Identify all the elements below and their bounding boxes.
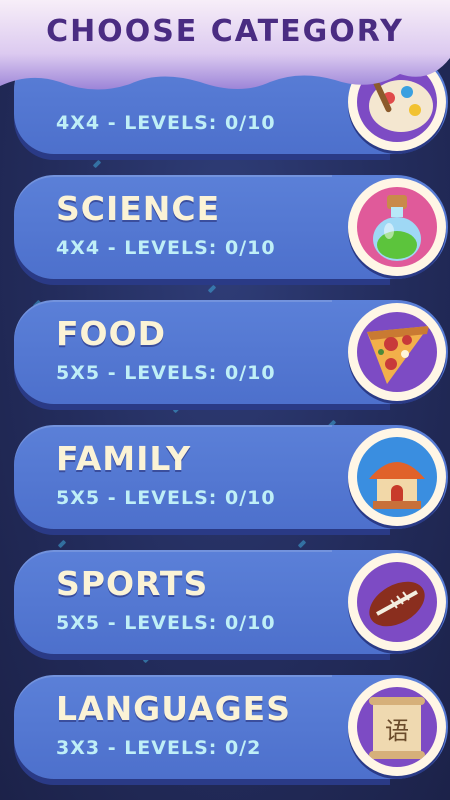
category-list: 4X4 - LEVELS: 0/10 SCIENCE 4X4 - LEVELS:…	[0, 0, 450, 800]
category-badge	[348, 553, 446, 651]
category-name: FOOD	[56, 314, 167, 353]
category-name: SCIENCE	[56, 189, 221, 228]
category-badge	[348, 178, 446, 276]
category-info: 3X3 - LEVELS: 0/2	[56, 737, 262, 759]
category-name: SPORTS	[56, 564, 209, 603]
potion-bottle-icon	[373, 195, 421, 261]
house-icon	[369, 462, 425, 509]
category-badge: 语	[348, 678, 446, 776]
category-info: 4X4 - LEVELS: 0/10	[56, 237, 276, 259]
category-info: 5X5 - LEVELS: 0/10	[56, 487, 276, 509]
page-title: CHOOSE CATEGORY	[46, 14, 404, 49]
category-card-sports[interactable]: SPORTS 5X5 - LEVELS: 0/10	[14, 550, 448, 654]
category-card-food[interactable]: FOOD 5X5 - LEVELS: 0/10	[14, 300, 448, 404]
category-badge	[348, 303, 446, 401]
category-info: 4X4 - LEVELS: 0/10	[56, 112, 276, 134]
scroll-glyph: 语	[385, 717, 409, 745]
pizza-slice-icon	[367, 326, 429, 384]
category-card-science[interactable]: SCIENCE 4X4 - LEVELS: 0/10	[14, 175, 448, 279]
football-icon	[369, 581, 425, 627]
category-card-family[interactable]: FAMILY 5X5 - LEVELS: 0/10	[14, 425, 448, 529]
category-card-languages[interactable]: LANGUAGES 3X3 - LEVELS: 0/2 语	[14, 675, 448, 779]
scroll-icon: 语	[369, 697, 425, 759]
category-info: 5X5 - LEVELS: 0/10	[56, 362, 276, 384]
header: CHOOSE CATEGORY	[0, 0, 450, 100]
category-info: 5X5 - LEVELS: 0/10	[56, 612, 276, 634]
category-name: LANGUAGES	[56, 689, 291, 728]
category-badge	[348, 428, 446, 526]
category-name: FAMILY	[56, 439, 192, 478]
